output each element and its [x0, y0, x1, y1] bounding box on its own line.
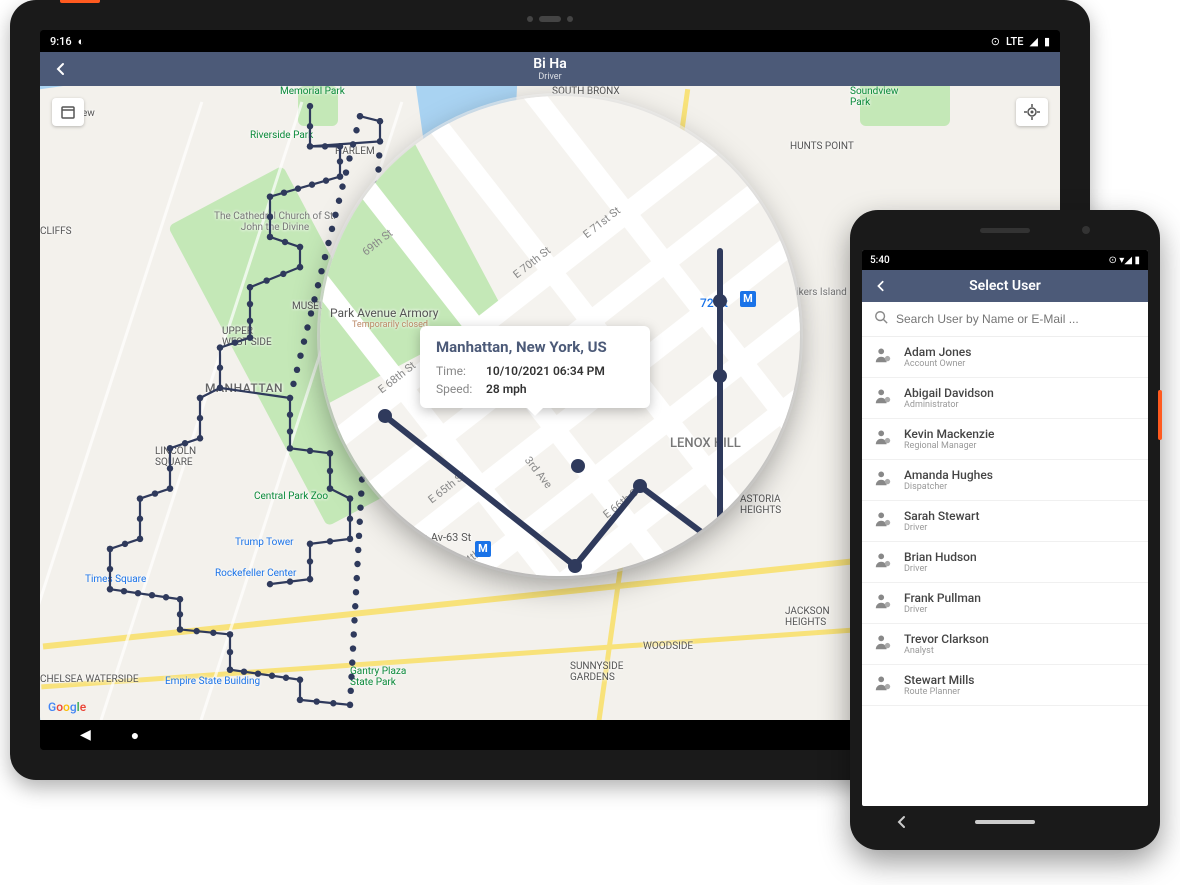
- user-row[interactable]: Adam Jones Account Owner: [862, 337, 1148, 378]
- map-label-lincoln: LINCOLN SQUARE: [155, 446, 205, 468]
- tooltip-speed-label: Speed:: [436, 382, 486, 396]
- phone-screen: 5:40 ⊙ ▾◢ ▮ Select User Adam Jones Accou…: [862, 250, 1148, 806]
- locate-button[interactable]: [1016, 98, 1048, 126]
- map-label-trump: Trump Tower: [235, 537, 294, 548]
- calendar-button[interactable]: [52, 98, 84, 126]
- status-time: 9:16: [50, 35, 72, 48]
- user-icon: [874, 510, 894, 532]
- phone-header: Select User: [862, 270, 1148, 302]
- map-label-woodside: WOODSIDE: [643, 641, 693, 652]
- map-label-times-square: Times Square: [85, 574, 146, 585]
- user-name: Brian Hudson: [904, 550, 977, 564]
- header-user-role: Driver: [40, 72, 1060, 82]
- nav-home-icon[interactable]: ●: [131, 727, 139, 744]
- map-label-chelsea: CHELSEA WATERSIDE: [40, 674, 139, 685]
- status-network: LTE: [1006, 35, 1024, 48]
- user-icon: [874, 551, 894, 573]
- chevron-left-icon: [54, 62, 68, 76]
- search-row[interactable]: [862, 302, 1148, 337]
- phone-accent: [1158, 390, 1162, 440]
- user-icon: [874, 428, 894, 450]
- user-row[interactable]: Frank Pullman Driver: [862, 583, 1148, 624]
- map-label-sunnyside: SUNNYSIDE GARDENS: [570, 661, 640, 683]
- google-logo: Google: [48, 700, 86, 714]
- tooltip-location: Manhattan, New York, US: [436, 338, 634, 356]
- user-list: Adam Jones Account Owner Abigail Davidso…: [862, 337, 1148, 706]
- user-icon: [874, 674, 894, 696]
- phone-header-title: Select User: [870, 278, 1140, 294]
- nav-back-icon[interactable]: ◀: [80, 727, 91, 743]
- crosshair-icon: [1024, 104, 1040, 120]
- header-title: Bi Ha Driver: [40, 56, 1060, 82]
- map-label-central-park: Central Park Zoo: [254, 491, 328, 502]
- search-input[interactable]: [896, 312, 1136, 326]
- header-user-name: Bi Ha: [40, 56, 1060, 72]
- back-button[interactable]: [50, 58, 72, 80]
- phone-nav-home-pill[interactable]: [975, 820, 1035, 824]
- map-label-upper-west: UPPER WEST SIDE: [222, 326, 272, 348]
- user-icon: [874, 387, 894, 409]
- map-label-gantry: Gantry Plaza State Park: [350, 666, 430, 688]
- user-name: Stewart Mills: [904, 673, 974, 687]
- map-label-jackson: JACKSON HEIGHTS: [785, 606, 845, 628]
- map-label-soundview: Soundview Park: [850, 86, 920, 108]
- tooltip-time-label: Time:: [436, 364, 486, 378]
- user-role: Administrator: [904, 400, 994, 410]
- user-name: Amanda Hughes: [904, 468, 993, 482]
- user-name: Adam Jones: [904, 345, 971, 359]
- phone-nav-bar: [862, 806, 1148, 838]
- phone-device: 5:40 ⊙ ▾◢ ▮ Select User Adam Jones Accou…: [850, 210, 1160, 850]
- user-icon: [874, 469, 894, 491]
- calendar-icon: [60, 104, 76, 120]
- tooltip-time-value: 10/10/2021 06:34 PM: [486, 364, 605, 378]
- map-label-riverside: Riverside Park: [250, 130, 313, 141]
- map-label-empire: Empire State Building: [165, 676, 260, 687]
- user-row[interactable]: Brian Hudson Driver: [862, 542, 1148, 583]
- location-tooltip: Manhattan, New York, US Time: 10/10/2021…: [420, 326, 650, 408]
- user-name: Sarah Stewart: [904, 509, 979, 523]
- map-label-cliffs: CLIFFS: [40, 226, 72, 237]
- tablet-notch: [505, 14, 595, 24]
- location-icon: ⊙: [991, 35, 1000, 48]
- phone-nav-back-icon[interactable]: [895, 815, 909, 829]
- search-icon: [874, 310, 888, 328]
- user-row[interactable]: Kevin Mackenzie Regional Manager: [862, 419, 1148, 460]
- tooltip-speed-value: 28 mph: [486, 382, 527, 396]
- user-row[interactable]: Trevor Clarkson Analyst: [862, 624, 1148, 665]
- user-role: Driver: [904, 564, 977, 574]
- user-role: Analyst: [904, 646, 989, 656]
- phone-camera: [1082, 226, 1090, 234]
- user-name: Trevor Clarkson: [904, 632, 989, 646]
- user-name: Kevin Mackenzie: [904, 427, 994, 441]
- app-header: Bi Ha Driver: [40, 52, 1060, 86]
- user-name: Abigail Davidson: [904, 386, 994, 400]
- battery-icon: ▮: [1044, 35, 1050, 48]
- tablet-accent: [60, 0, 100, 3]
- map-label-rockefeller: Rockefeller Center: [215, 568, 296, 579]
- user-role: Regional Manager: [904, 441, 994, 451]
- user-role: Route Planner: [904, 687, 974, 697]
- user-role: Dispatcher: [904, 482, 993, 492]
- user-icon: [874, 592, 894, 614]
- user-row[interactable]: Amanda Hughes Dispatcher: [862, 460, 1148, 501]
- user-role: Driver: [904, 523, 979, 533]
- user-row[interactable]: Sarah Stewart Driver: [862, 501, 1148, 542]
- status-app-icon: ◐: [78, 35, 85, 48]
- user-role: Account Owner: [904, 359, 971, 369]
- user-name: Frank Pullman: [904, 591, 981, 605]
- phone-status-icons: ⊙ ▾◢ ▮: [1108, 255, 1140, 266]
- phone-status-time: 5:40: [870, 255, 890, 266]
- user-row[interactable]: Stewart Mills Route Planner: [862, 665, 1148, 706]
- user-icon: [874, 346, 894, 368]
- map-label-manhattan: MANHATTAN: [205, 381, 283, 395]
- user-icon: [874, 633, 894, 655]
- phone-status-bar: 5:40 ⊙ ▾◢ ▮: [862, 250, 1148, 270]
- user-role: Driver: [904, 605, 981, 615]
- user-row[interactable]: Abigail Davidson Administrator: [862, 378, 1148, 419]
- tablet-status-bar: 9:16 ◐ ⊙ LTE ◢ ▮: [40, 30, 1060, 52]
- phone-speaker: [980, 228, 1030, 233]
- signal-icon: ◢: [1029, 35, 1037, 48]
